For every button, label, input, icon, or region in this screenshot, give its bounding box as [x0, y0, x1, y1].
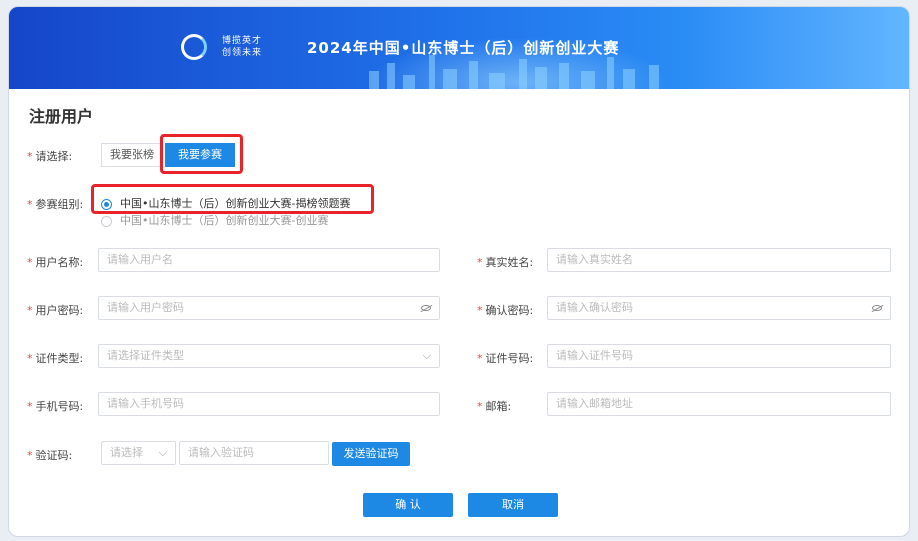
cancel-button[interactable]: 取消	[468, 493, 558, 517]
group-label: * 参赛组别:	[27, 198, 84, 211]
phone-input[interactable]: 请输入手机号码	[98, 392, 440, 416]
realname-label: * 真实姓名:	[477, 256, 534, 269]
tab-post-challenge[interactable]: 我要张榜	[101, 143, 163, 167]
password-label: * 用户密码:	[27, 304, 84, 317]
radio-icon[interactable]	[101, 215, 112, 227]
tab-join-competition[interactable]: 我要参赛	[165, 143, 235, 167]
confirm-password-input[interactable]: 请输入确认密码	[547, 296, 891, 320]
confirm-button[interactable]: 确 认	[363, 493, 453, 517]
chevron-down-icon: ⌵	[158, 446, 167, 459]
id-number-input[interactable]: 请输入证件号码	[547, 344, 891, 368]
choose-label: * 请选择:	[27, 150, 73, 163]
captcha-type-select[interactable]: 请选择 ⌵	[101, 441, 176, 465]
eye-slash-icon[interactable]	[421, 297, 431, 319]
phone-label: * 手机号码:	[27, 400, 84, 413]
registration-card: 博揽英才 创领未来 2024年中国•山东博士（后）创新创业大赛 注册用户 * 请选…	[8, 6, 910, 537]
send-captcha-button[interactable]: 发送验证码	[332, 442, 410, 466]
page-title: 注册用户	[29, 107, 94, 126]
id-type-label: * 证件类型:	[27, 352, 84, 365]
confirm-password-label: * 确认密码:	[477, 304, 534, 317]
email-input[interactable]: 请输入邮箱地址	[547, 392, 891, 416]
banner-slogan: 博揽英才 创领未来	[222, 36, 263, 58]
captcha-label: * 验证码:	[27, 449, 73, 462]
radio-checked-icon[interactable]	[101, 198, 112, 210]
chevron-down-icon: ⌵	[422, 349, 431, 362]
eye-slash-icon[interactable]	[872, 297, 882, 319]
email-label: * 邮箱:	[477, 400, 512, 413]
event-logo-icon	[181, 34, 207, 60]
event-banner: 博揽英才 创领未来 2024年中国•山东博士（后）创新创业大赛	[9, 7, 909, 89]
id-type-select[interactable]: 请选择证件类型 ⌵	[98, 344, 440, 368]
username-label: * 用户名称:	[27, 256, 84, 269]
id-number-label: * 证件号码:	[477, 352, 534, 365]
username-input[interactable]: 请输入用户名	[98, 248, 440, 272]
city-skyline-graphic	[359, 55, 689, 89]
password-input[interactable]: 请输入用户密码	[98, 296, 440, 320]
radio-group-challenge[interactable]: 中国•山东博士（后）创新创业大赛-揭榜领题赛	[101, 195, 350, 211]
realname-input[interactable]: 请输入真实姓名	[547, 248, 891, 272]
radio-group-startup[interactable]: 中国•山东博士（后）创新创业大赛-创业赛	[101, 212, 328, 228]
captcha-input[interactable]: 请输入验证码	[179, 441, 329, 465]
